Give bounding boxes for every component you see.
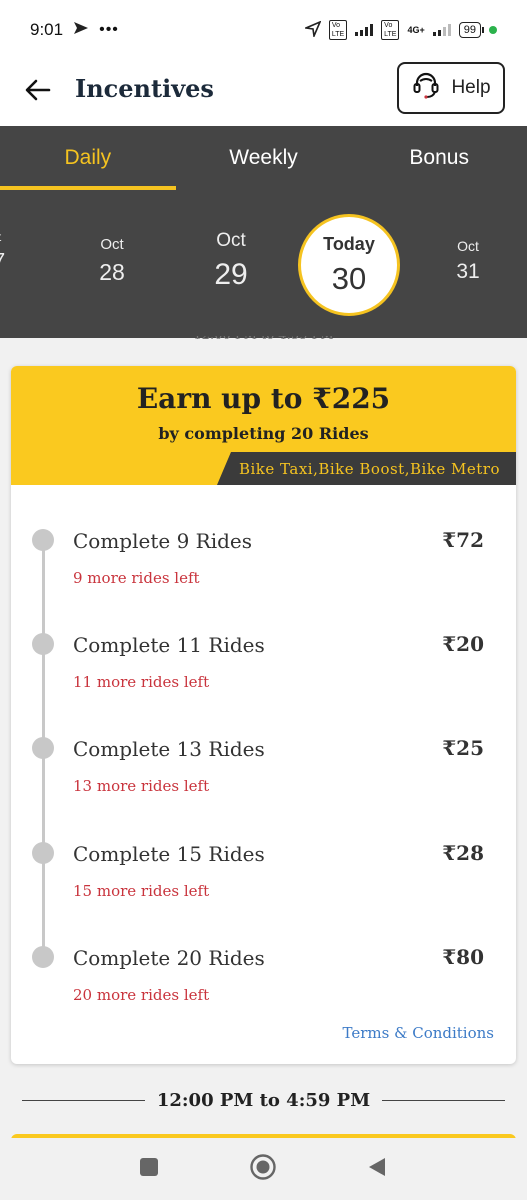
date-picker: t 7 Oct 28 Oct 29 Today 30 Oct 31 — [0, 190, 527, 338]
milestone-amount: ₹72 — [442, 528, 484, 552]
milestone-item: Complete 20 Rides ₹80 20 more rides left — [11, 902, 516, 1006]
battery-level: 99 — [463, 24, 476, 36]
back-button[interactable] — [22, 76, 54, 108]
location-icon — [302, 19, 322, 40]
signal-icon — [355, 24, 374, 36]
date-month: t — [0, 230, 5, 244]
date-item-29[interactable]: Oct 29 — [206, 230, 256, 292]
milestone-remaining: 13 more rides left — [73, 777, 210, 795]
incentive-selector: Daily Weekly Bonus t 7 Oct 28 Oct 29 Tod… — [0, 126, 527, 338]
tab-weekly[interactable]: Weekly — [176, 126, 352, 190]
services-badge: Bike Taxi,Bike Boost,Bike Metro — [216, 452, 516, 485]
volte-icon: Vo LTE — [328, 20, 348, 40]
terms-link[interactable]: Terms & Conditions — [343, 1024, 494, 1042]
earn-subtitle: by completing 20 Rides — [158, 424, 369, 443]
milestone-title: Complete 20 Rides — [73, 946, 265, 970]
milestone-title: Complete 15 Rides — [73, 842, 265, 866]
milestone-amount: ₹80 — [442, 945, 484, 969]
date-item-28[interactable]: Oct 28 — [92, 236, 132, 286]
date-day: 7 — [0, 250, 5, 273]
tab-bar: Daily Weekly Bonus — [0, 126, 527, 190]
earn-title: Earn up to ₹225 — [136, 382, 391, 415]
milestone-remaining: 9 more rides left — [73, 569, 200, 587]
milestone-amount: ₹20 — [442, 632, 484, 656]
incentive-card: Earn up to ₹225 by completing 20 Rides B… — [11, 366, 516, 1064]
milestone-item: Complete 9 Rides ₹72 9 more rides left — [11, 485, 516, 589]
scrolled-time-range: 12:00 PM to 4:59 PM — [0, 336, 527, 344]
tab-daily[interactable]: Daily — [0, 126, 176, 190]
milestone-dot-icon — [32, 737, 54, 759]
help-button[interactable]: Help — [397, 62, 505, 114]
card-header: Earn up to ₹225 by completing 20 Rides B… — [11, 366, 516, 485]
date-item-prev[interactable]: t 7 — [0, 230, 5, 273]
milestone-dot-icon — [32, 842, 54, 864]
date-month: Today — [323, 234, 375, 254]
date-item-today[interactable]: Today 30 — [298, 214, 400, 316]
milestone-title: Complete 13 Rides — [73, 737, 265, 761]
milestone-title: Complete 11 Rides — [73, 633, 265, 657]
date-month: Oct — [457, 238, 479, 254]
headset-icon — [411, 70, 441, 106]
time-slot-divider: 12:00 PM to 4:59 PM — [22, 1086, 505, 1114]
system-back-button[interactable] — [362, 1154, 392, 1184]
date-item-31[interactable]: Oct 31 — [448, 238, 488, 284]
date-month: Oct — [100, 236, 124, 253]
circle-icon — [249, 1153, 277, 1186]
privacy-dot-icon — [489, 26, 497, 34]
milestone-remaining: 20 more rides left — [73, 986, 210, 1004]
milestone-item: Complete 15 Rides ₹28 15 more rides left — [11, 798, 516, 902]
signal-2-icon — [432, 24, 451, 36]
page-title: Incentives — [75, 74, 214, 103]
recent-apps-button[interactable] — [134, 1154, 164, 1184]
milestone-item: Complete 11 Rides ₹20 11 more rides left — [11, 589, 516, 693]
help-label: Help — [451, 77, 491, 98]
date-day: 28 — [99, 259, 125, 285]
milestone-amount: ₹28 — [442, 841, 484, 865]
milestone-dot-icon — [32, 529, 54, 551]
app-bar: Incentives Help — [0, 60, 527, 126]
navigation-arrow-icon — [73, 20, 89, 40]
square-icon — [138, 1156, 160, 1183]
time-slot-label: 12:00 PM to 4:59 PM — [156, 1089, 371, 1111]
arrow-left-icon — [25, 79, 51, 106]
more-notifications-icon: ••• — [99, 21, 119, 38]
date-month: Oct — [216, 230, 246, 251]
milestone-remaining: 15 more rides left — [73, 882, 210, 900]
system-nav-bar — [0, 1138, 527, 1200]
triangle-icon — [366, 1156, 388, 1183]
date-day: 29 — [214, 258, 248, 291]
milestone-remaining: 11 more rides left — [73, 673, 210, 691]
status-time: 9:01 — [30, 20, 64, 39]
milestone-item: Complete 13 Rides ₹25 13 more rides left — [11, 693, 516, 797]
milestone-dot-icon — [32, 946, 54, 968]
divider-line — [22, 1099, 145, 1101]
tab-bonus[interactable]: Bonus — [351, 126, 527, 190]
status-bar: 9:01 ••• Vo LTE Vo LTE 4G+ 99 — [0, 0, 527, 60]
divider-line — [382, 1099, 505, 1101]
milestone-amount: ₹25 — [442, 736, 484, 760]
battery-icon: 99 — [458, 22, 485, 38]
milestone-dot-icon — [32, 633, 54, 655]
date-day: 30 — [331, 261, 367, 296]
volte-2-icon: Vo LTE — [381, 20, 400, 40]
date-day: 31 — [456, 260, 480, 283]
milestone-title: Complete 9 Rides — [73, 529, 253, 553]
network-type: 4G+ — [407, 25, 425, 35]
home-button[interactable] — [248, 1153, 278, 1186]
